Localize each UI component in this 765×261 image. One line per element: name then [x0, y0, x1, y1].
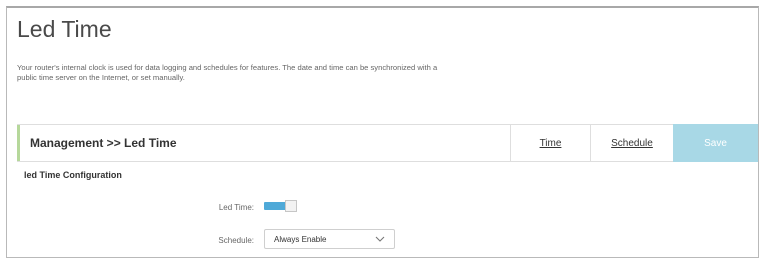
chevron-down-icon: [375, 236, 385, 242]
led-time-toggle[interactable]: [264, 200, 297, 212]
schedule-label: Schedule:: [218, 236, 254, 245]
toggle-knob[interactable]: [285, 200, 297, 212]
save-button[interactable]: Save: [673, 124, 758, 162]
section-title: led Time Configuration: [24, 170, 122, 180]
schedule-select[interactable]: Always Enable: [264, 229, 395, 249]
header-accent-bar: [17, 125, 20, 161]
tab-time[interactable]: Time: [510, 124, 590, 162]
section-header-bar: Management >> Led Time Time Schedule Sav…: [17, 124, 758, 162]
page-title: Led Time: [17, 16, 112, 42]
led-time-label: Led Time:: [218, 203, 254, 212]
page-description: Your router's internal clock is used for…: [17, 63, 438, 82]
breadcrumb: Management >> Led Time: [30, 136, 177, 150]
schedule-select-value: Always Enable: [274, 235, 327, 244]
tab-schedule[interactable]: Schedule: [590, 124, 673, 162]
